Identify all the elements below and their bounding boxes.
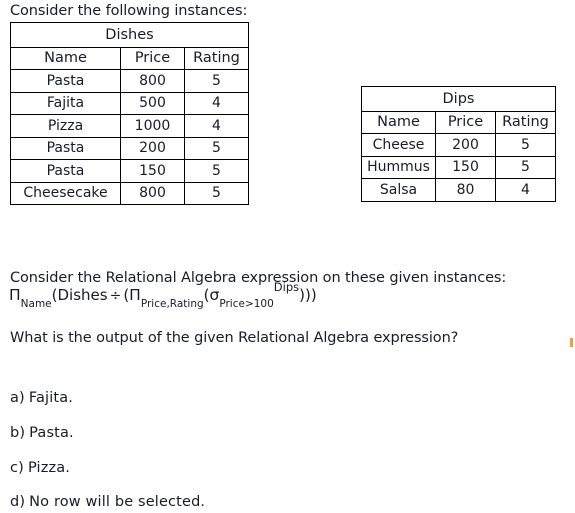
column-header-price: Price — [435, 110, 496, 134]
option-a-text: Fajita. — [28, 390, 74, 406]
column-header-rating: Rating — [495, 110, 556, 134]
cell-rating: 5 — [495, 133, 556, 157]
projection-operator-inner: Π — [129, 286, 141, 304]
table-caption-row: Dishes — [10, 22, 249, 48]
cell-price: 200 — [435, 133, 496, 157]
cell-name: Pasta — [10, 136, 121, 160]
question-text: What is the output of the given Relation… — [10, 330, 459, 346]
cell-price: 800 — [120, 69, 185, 93]
dishes-table: Dishes Name Price Rating Pasta 800 5 Faj… — [10, 22, 249, 205]
cell-price: 200 — [120, 136, 185, 160]
table-row: Fajita 500 4 — [10, 91, 249, 115]
option-d-label: d) — [10, 494, 26, 510]
table-row: Hummus 150 5 — [361, 155, 556, 179]
edge-artifact-mark — [570, 338, 573, 347]
option-a[interactable]: a) Fajita. — [10, 390, 73, 406]
selection-condition: Price>100 — [219, 297, 274, 310]
cell-rating: 4 — [184, 114, 249, 138]
table-row: Cheesecake 800 5 — [10, 181, 249, 205]
column-header-rating: Rating — [184, 46, 249, 70]
table-header-row: Name Price Rating — [10, 46, 249, 70]
cell-rating: 5 — [495, 155, 556, 179]
cell-rating: 5 — [184, 159, 249, 183]
formula-open-dishes: (Dishes — [51, 286, 108, 304]
relational-algebra-intro-text: Consider the Relational Algebra expressi… — [10, 270, 507, 286]
option-b[interactable]: b) Pasta. — [10, 425, 74, 441]
intro-text: Consider the following instances: — [10, 3, 248, 19]
column-header-name: Name — [10, 46, 121, 70]
table-row: Cheese 200 5 — [361, 133, 556, 157]
cell-name: Salsa — [361, 178, 436, 202]
relational-algebra-formula: ΠName(Dishes ÷ (ΠPrice,Rating(σPrice>100Di… — [9, 281, 317, 310]
option-c-label: c) — [10, 460, 24, 476]
cell-name: Pasta — [10, 159, 121, 183]
option-b-text: Pasta. — [29, 425, 74, 441]
projection-attrs-inner: Price,Rating — [140, 297, 204, 310]
selection-operator: σ — [209, 286, 220, 304]
table-caption-row: Dips — [361, 86, 556, 112]
cell-price: 500 — [120, 91, 185, 115]
dishes-table-caption: Dishes — [10, 22, 249, 48]
option-c-text: Pizza. — [27, 460, 71, 476]
option-d[interactable]: d) No row will be selected. — [10, 494, 205, 510]
table-row: Pasta 800 5 — [10, 69, 249, 93]
table-row: Pasta 150 5 — [10, 159, 249, 183]
table-row: Pasta 200 5 — [10, 136, 249, 160]
cell-price: 150 — [120, 159, 185, 183]
cell-name: Pizza — [10, 114, 121, 138]
cell-rating: 4 — [495, 178, 556, 202]
option-b-label: b) — [10, 425, 26, 441]
cell-rating: 4 — [184, 91, 249, 115]
cell-rating: 5 — [184, 181, 249, 205]
formula-closing-parens: ))) — [299, 286, 317, 304]
table-header-row: Name Price Rating — [361, 110, 556, 134]
cell-price: 150 — [435, 155, 496, 179]
option-c[interactable]: c) Pizza. — [10, 460, 70, 476]
table-row: Salsa 80 4 — [361, 178, 556, 202]
projection-attrs-outer: Name — [20, 297, 52, 310]
option-a-label: a) — [10, 390, 25, 406]
cell-price: 800 — [120, 181, 185, 205]
cell-name: Cheesecake — [10, 181, 121, 205]
cell-name: Fajita — [10, 91, 121, 115]
projection-operator-outer: Π — [9, 286, 21, 304]
cell-price: 80 — [435, 178, 496, 202]
option-d-text: No row will be selected. — [29, 494, 206, 510]
column-header-name: Name — [361, 110, 436, 134]
cell-rating: 5 — [184, 69, 249, 93]
dips-table-caption: Dips — [361, 86, 556, 112]
selection-relation-dips: Dips — [273, 280, 300, 294]
column-header-price: Price — [120, 46, 185, 70]
cell-rating: 5 — [184, 136, 249, 160]
cell-name: Hummus — [361, 155, 436, 179]
cell-name: Cheese — [361, 133, 436, 157]
dips-table: Dips Name Price Rating Cheese 200 5 Humm… — [361, 86, 556, 202]
division-operator: ÷ — [109, 288, 122, 304]
cell-price: 1000 — [120, 114, 185, 138]
table-row: Pizza 1000 4 — [10, 114, 249, 138]
cell-name: Pasta — [10, 69, 121, 93]
